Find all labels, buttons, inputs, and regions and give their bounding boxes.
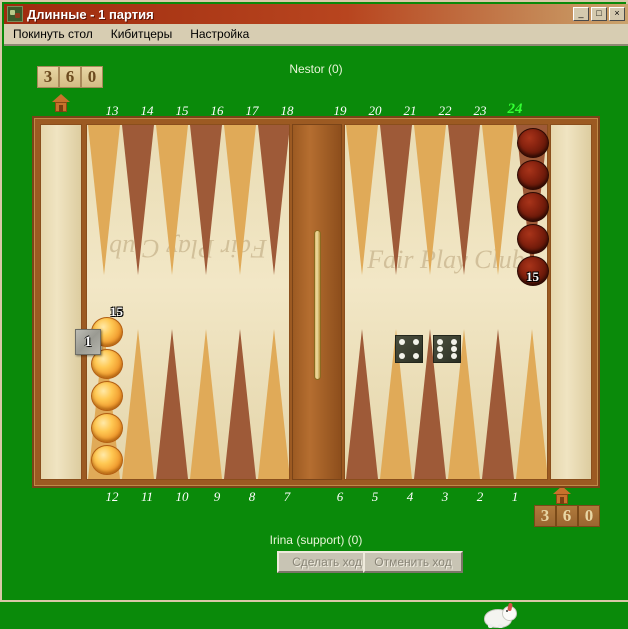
point-22[interactable] — [448, 125, 481, 275]
point-15[interactable] — [156, 125, 189, 275]
window-controls: _ □ × — [573, 7, 625, 21]
board-bar[interactable] — [292, 124, 342, 480]
undo-move-button[interactable]: Отменить ход — [363, 551, 463, 573]
checker-red[interactable] — [517, 128, 549, 158]
point-11[interactable] — [122, 329, 155, 479]
point-9[interactable] — [190, 329, 223, 479]
point-number-3: 3 — [441, 489, 449, 504]
point-13[interactable] — [88, 125, 121, 275]
die-left[interactable] — [395, 335, 423, 363]
die-right[interactable] — [433, 335, 461, 363]
point-number-9: 9 — [213, 489, 221, 504]
mascot-eye — [506, 610, 508, 612]
top-score-counter: 3 6 0 — [37, 66, 103, 88]
bar-hinge — [314, 230, 321, 380]
bottom-counter-digit: 6 — [556, 505, 578, 527]
point-number-12: 12 — [105, 489, 119, 504]
point-16[interactable] — [190, 125, 223, 275]
checker-gold[interactable] — [91, 413, 123, 443]
home-roof — [52, 94, 70, 102]
checker-red[interactable] — [517, 224, 549, 254]
point-number-10: 10 — [175, 489, 189, 504]
point-10[interactable] — [156, 329, 189, 479]
backgammon-board: Fair Play Club Fair Play Club 15 15 1 — [32, 116, 600, 488]
bottom-counter-digit: 3 — [534, 505, 556, 527]
checker-count-point-24: 15 — [526, 269, 539, 284]
game-felt: Nestor (0) Irina (support) (0) 3 6 0 3 6… — [4, 46, 628, 628]
point-number-11: 11 — [140, 489, 154, 504]
top-counter-digit: 3 — [37, 66, 59, 88]
menu-leave-table[interactable]: Покинуть стол — [4, 25, 102, 43]
close-icon: × — [614, 8, 620, 18]
maximize-button[interactable]: □ — [591, 7, 607, 21]
point-14[interactable] — [122, 125, 155, 275]
home-door — [59, 105, 63, 112]
close-button[interactable]: × — [609, 7, 625, 21]
point-8[interactable] — [224, 329, 257, 479]
minimize-icon: _ — [578, 8, 584, 18]
right-bear-off-tray[interactable] — [550, 124, 592, 480]
point-17[interactable] — [224, 125, 257, 275]
bottom-home-icon[interactable] — [553, 486, 571, 504]
top-counter-digit: 0 — [81, 66, 103, 88]
checker-red[interactable] — [517, 192, 549, 222]
make-move-button[interactable]: Сделать ход — [277, 551, 377, 573]
window-title: Длинные - 1 партия — [27, 6, 154, 22]
maximize-icon: □ — [596, 8, 602, 18]
point-6[interactable] — [346, 329, 379, 479]
board-game-icon — [7, 6, 23, 22]
menu-settings[interactable]: Настройка — [181, 25, 258, 43]
left-bear-off-tray[interactable] — [40, 124, 82, 480]
point-number-5: 5 — [371, 489, 379, 504]
point-1[interactable] — [516, 329, 547, 479]
checker-count-point-12: 15 — [110, 304, 123, 319]
bottom-player-name: Irina (support) (0) — [269, 533, 363, 547]
game-window: Длинные - 1 партия _ □ × Покинуть стол К… — [0, 0, 628, 628]
point-number-6: 6 — [336, 489, 344, 504]
bottom-score-counter: 3 6 0 — [534, 505, 600, 527]
point-19[interactable] — [346, 125, 379, 275]
mascot-leg — [488, 624, 493, 628]
point-number-2: 2 — [476, 489, 484, 504]
point-number-7: 7 — [283, 489, 291, 504]
point-number-1: 1 — [511, 489, 519, 504]
point-21[interactable] — [414, 125, 447, 275]
point-2[interactable] — [482, 329, 515, 479]
point-number-4: 4 — [406, 489, 414, 504]
checker-gold[interactable] — [91, 445, 123, 475]
top-counter-digit: 6 — [59, 66, 81, 88]
title-bar: Длинные - 1 партия _ □ × — [4, 4, 628, 24]
bottom-counter-digit: 0 — [578, 505, 600, 527]
point-number-8: 8 — [248, 489, 256, 504]
point-20[interactable] — [380, 125, 413, 275]
minimize-button[interactable]: _ — [573, 7, 589, 21]
checker-red[interactable] — [517, 160, 549, 190]
mascot-leg — [498, 624, 503, 628]
menu-bar: Покинуть стол Кибитцеры Настройка — [4, 24, 628, 44]
point-7[interactable] — [258, 329, 289, 479]
sheep-mascot-icon — [482, 602, 517, 629]
point-18[interactable] — [258, 125, 289, 275]
menu-kibitzers[interactable]: Кибитцеры — [102, 25, 181, 43]
top-home-icon[interactable] — [52, 94, 70, 112]
point-23[interactable] — [482, 125, 515, 275]
doubling-cube[interactable]: 1 — [75, 329, 101, 355]
home-door — [560, 497, 564, 504]
checker-gold[interactable] — [91, 381, 123, 411]
